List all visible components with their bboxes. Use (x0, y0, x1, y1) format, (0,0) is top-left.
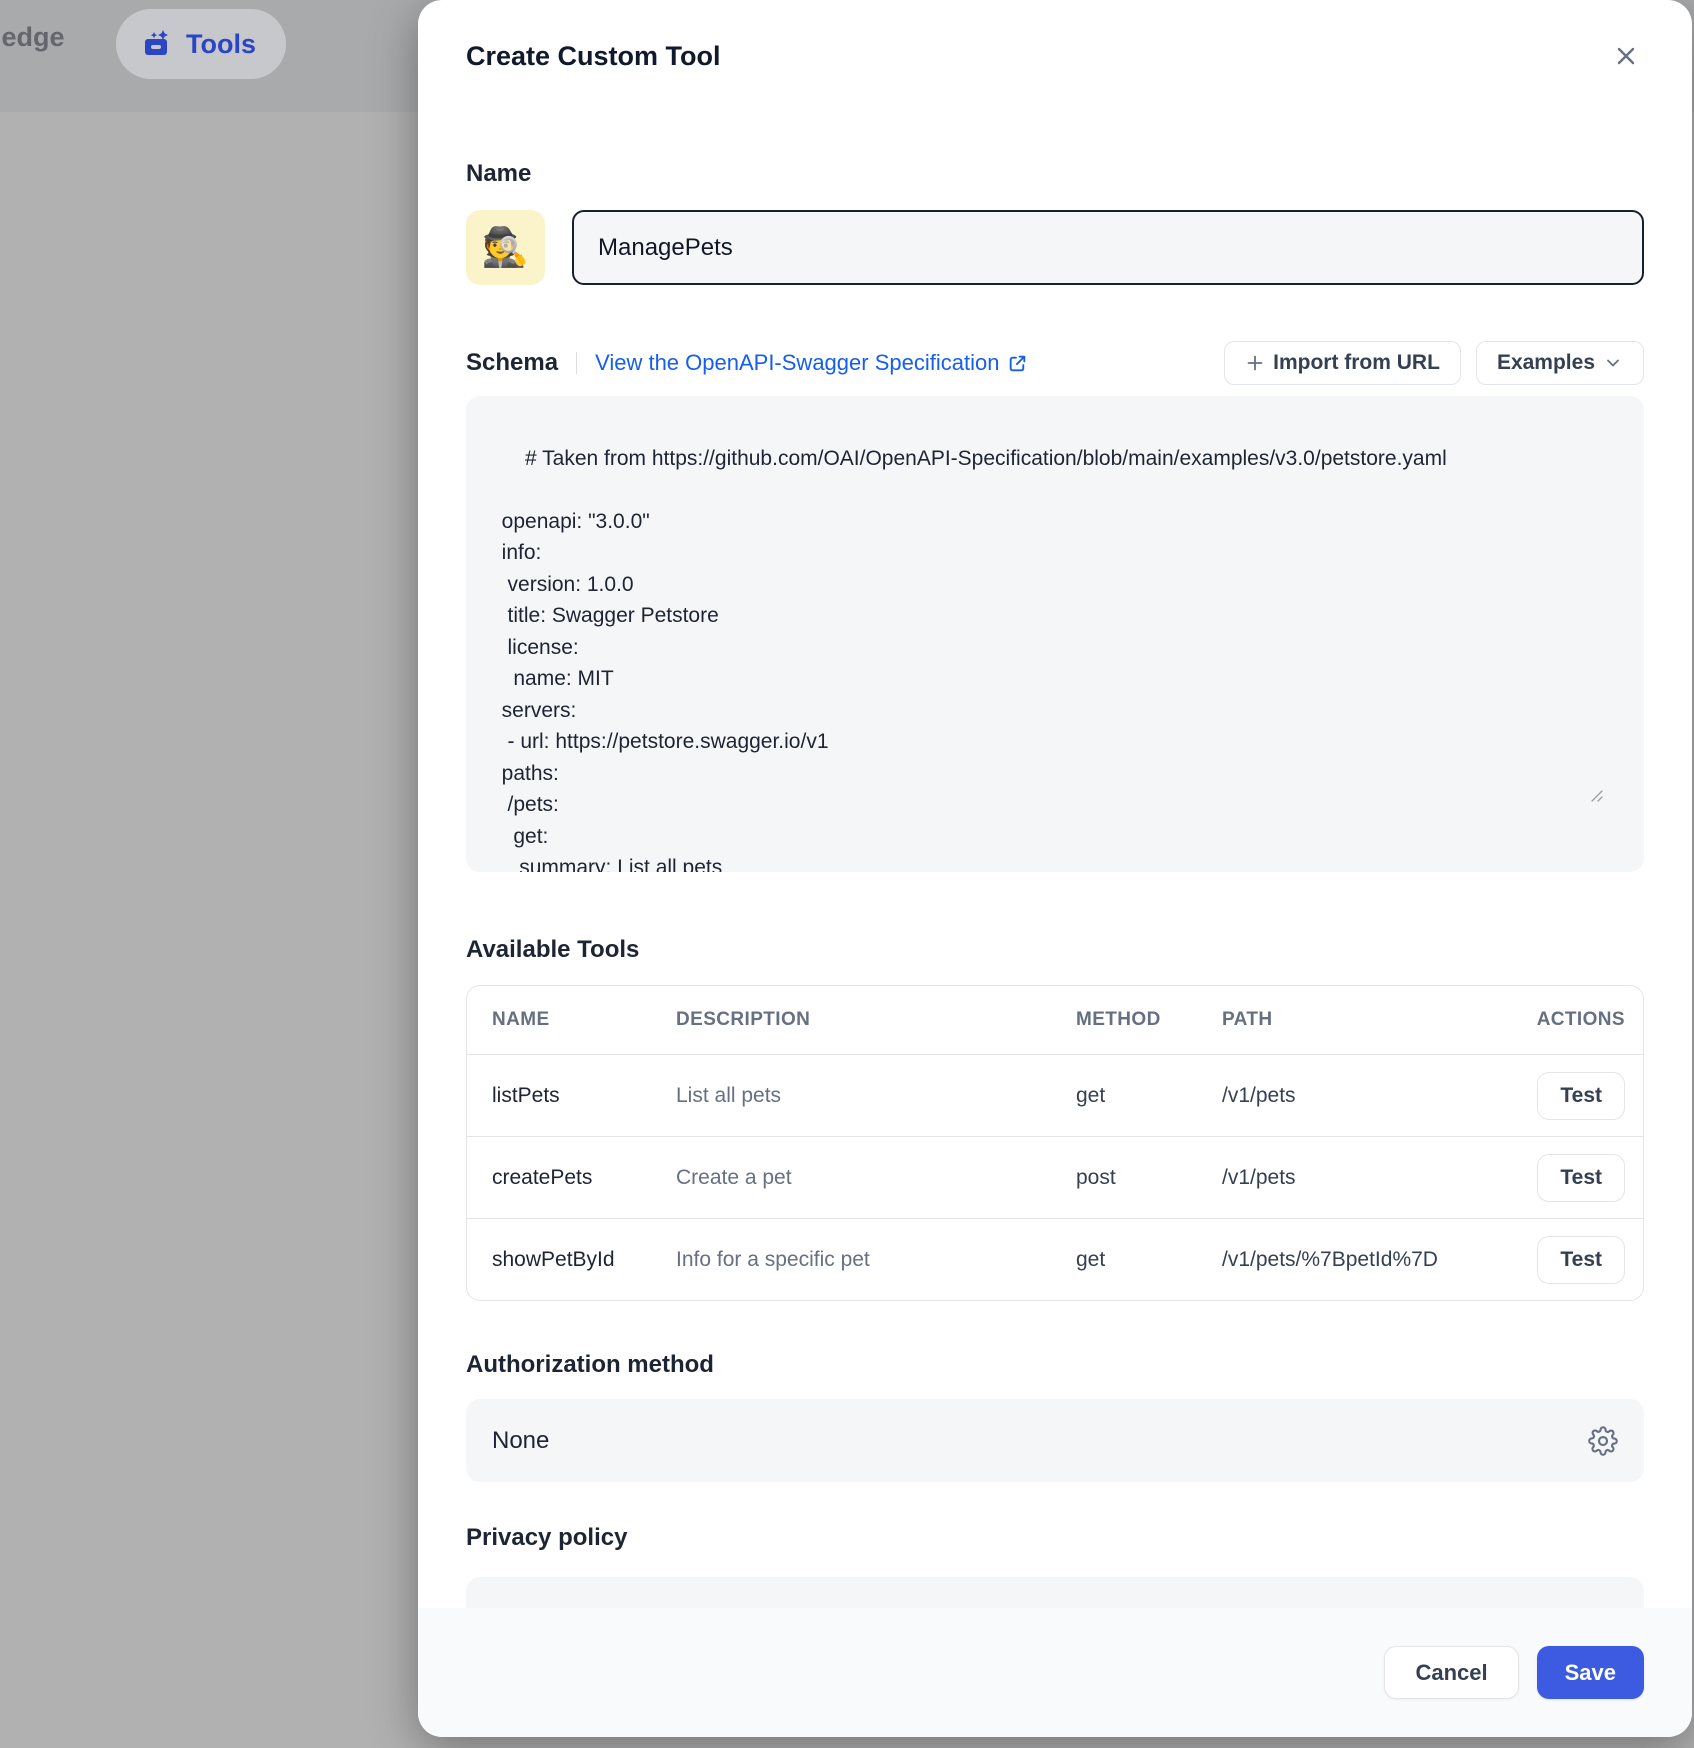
schema-label: Schema (466, 349, 558, 377)
available-tools-label: Available Tools (466, 936, 1644, 964)
authorization-method-value: None (492, 1427, 549, 1455)
test-button[interactable]: Test (1537, 1236, 1625, 1284)
modal-title: Create Custom Tool (466, 41, 721, 72)
detective-emoji-icon: 🕵️ (482, 226, 529, 270)
table-row: showPetById Info for a specific pet get … (467, 1218, 1643, 1300)
openapi-spec-link[interactable]: View the OpenAPI-Swagger Specification (595, 350, 1028, 376)
col-path: PATH (1222, 1009, 1505, 1031)
tool-name: listPets (492, 1084, 676, 1108)
tool-method: get (1076, 1084, 1222, 1108)
tool-name: createPets (492, 1166, 676, 1190)
authorization-method-field[interactable]: None (466, 1399, 1644, 1482)
external-link-icon (1007, 353, 1028, 374)
resize-handle-icon[interactable] (1589, 725, 1636, 866)
openapi-spec-link-label: View the OpenAPI-Swagger Specification (595, 350, 999, 376)
tool-path: /v1/pets (1222, 1166, 1505, 1190)
modal-footer: Cancel Save (418, 1608, 1692, 1737)
tool-name: showPetById (492, 1248, 676, 1272)
create-custom-tool-modal: Create Custom Tool Name 🕵️ Schema View t… (418, 0, 1692, 1737)
privacy-policy-label: Privacy policy (466, 1524, 1644, 1552)
chevron-down-icon (1603, 353, 1623, 373)
col-actions: ACTIONS (1537, 1009, 1625, 1031)
test-button[interactable]: Test (1537, 1072, 1625, 1120)
tool-method: post (1076, 1166, 1222, 1190)
modal-content: Create Custom Tool Name 🕵️ Schema View t… (418, 0, 1692, 1737)
tool-path: /v1/pets/%7BpetId%7D (1222, 1248, 1505, 1272)
close-icon[interactable] (1608, 38, 1644, 74)
knowledge-tab-partial-label[interactable]: ledge (0, 22, 65, 53)
tool-name-input[interactable] (572, 210, 1644, 285)
available-tools-table: NAME DESCRIPTION METHOD PATH ACTIONS lis… (466, 985, 1644, 1301)
tool-icon-picker[interactable]: 🕵️ (466, 210, 545, 285)
tools-box-icon (140, 27, 174, 61)
schema-text: # Taken from https://github.com/OAI/Open… (490, 447, 1447, 873)
tool-method: get (1076, 1248, 1222, 1272)
tool-path: /v1/pets (1222, 1084, 1505, 1108)
plus-icon (1245, 353, 1265, 373)
cancel-button[interactable]: Cancel (1384, 1646, 1518, 1699)
examples-button[interactable]: Examples (1476, 341, 1644, 385)
col-name: NAME (492, 1009, 676, 1031)
table-row: listPets List all pets get /v1/pets Test (467, 1054, 1643, 1136)
col-description: DESCRIPTION (676, 1009, 1076, 1031)
divider (576, 352, 577, 374)
schema-textarea[interactable]: # Taken from https://github.com/OAI/Open… (466, 396, 1644, 872)
col-method: METHOD (1076, 1009, 1222, 1031)
tool-description: Info for a specific pet (676, 1248, 1076, 1272)
import-from-url-button[interactable]: Import from URL (1224, 341, 1461, 385)
save-button[interactable]: Save (1537, 1646, 1644, 1699)
gear-icon[interactable] (1588, 1426, 1618, 1456)
table-row: createPets Create a pet post /v1/pets Te… (467, 1136, 1643, 1218)
tool-description: List all pets (676, 1084, 1076, 1108)
table-header-row: NAME DESCRIPTION METHOD PATH ACTIONS (467, 986, 1643, 1054)
test-button[interactable]: Test (1537, 1154, 1625, 1202)
authorization-method-label: Authorization method (466, 1351, 1644, 1379)
name-label: Name (466, 160, 1644, 188)
import-from-url-label: Import from URL (1273, 351, 1440, 375)
tools-tab-label: Tools (186, 29, 256, 60)
tool-description: Create a pet (676, 1166, 1076, 1190)
examples-label: Examples (1497, 351, 1595, 375)
tab-tools[interactable]: Tools (116, 9, 286, 79)
